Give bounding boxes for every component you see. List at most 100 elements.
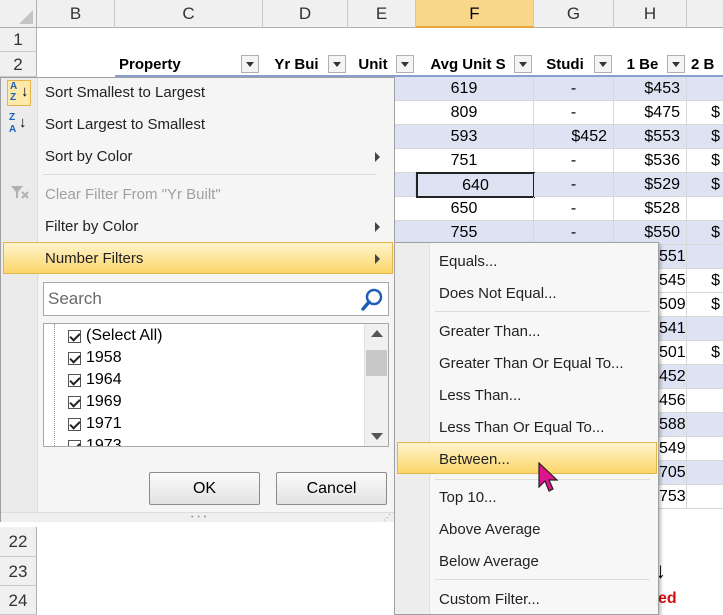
checkbox-checked-icon[interactable] bbox=[68, 352, 81, 365]
scrollbar-thumb[interactable] bbox=[366, 350, 387, 376]
cancel-button[interactable]: Cancel bbox=[276, 472, 387, 505]
cell-studio[interactable]: $452 bbox=[534, 125, 614, 149]
submenu-less-than[interactable]: Less Than... bbox=[439, 387, 521, 404]
cell-1-bed[interactable]: 549 bbox=[659, 437, 687, 461]
cell-2-bed[interactable] bbox=[687, 413, 723, 437]
cell-avg-unit[interactable]: 751 bbox=[395, 149, 534, 173]
filter-dropdown-units[interactable] bbox=[396, 55, 414, 73]
cell-2-bed[interactable] bbox=[687, 365, 723, 389]
cell-2-bed[interactable] bbox=[687, 461, 723, 485]
scroll-down-icon[interactable] bbox=[371, 433, 383, 440]
sort-smallest-to-largest[interactable]: Sort Smallest to Largest bbox=[45, 84, 205, 101]
cell-1-bed[interactable]: $553 bbox=[614, 125, 687, 149]
cell-avg-unit[interactable]: 809 bbox=[395, 101, 534, 125]
checkbox-checked-icon[interactable] bbox=[68, 418, 81, 431]
list-item-select-all[interactable]: (Select All) bbox=[44, 327, 344, 347]
row-header-1[interactable]: 1 bbox=[0, 28, 37, 52]
cell-studio[interactable]: - bbox=[534, 173, 614, 197]
cell-1-bed[interactable]: $453 bbox=[614, 77, 687, 101]
column-header-b[interactable]: B bbox=[37, 0, 115, 28]
submenu-greater-than-or-equal[interactable]: Greater Than Or Equal To... bbox=[439, 355, 624, 372]
cell-1-bed[interactable]: 541 bbox=[659, 317, 687, 341]
submenu-custom-filter[interactable]: Custom Filter... bbox=[439, 591, 540, 608]
cell-studio[interactable]: - bbox=[534, 149, 614, 173]
list-item[interactable]: 1964 bbox=[44, 371, 344, 391]
cell-studio[interactable]: - bbox=[534, 101, 614, 125]
select-all-corner[interactable] bbox=[0, 0, 37, 28]
sort-largest-to-smallest[interactable]: Sort Largest to Smallest bbox=[45, 116, 205, 133]
filter-by-color[interactable]: Filter by Color bbox=[45, 218, 138, 235]
cell-2-bed[interactable]: $ bbox=[687, 221, 723, 245]
filter-dropdown-studio[interactable] bbox=[594, 55, 612, 73]
list-item[interactable]: 1969 bbox=[44, 393, 344, 413]
cell-1-bed[interactable]: $528 bbox=[614, 197, 687, 221]
active-cell[interactable]: 640 bbox=[416, 172, 535, 198]
cell-1-bed[interactable]: $529 bbox=[614, 173, 687, 197]
cell-blank[interactable] bbox=[395, 173, 416, 197]
ok-button[interactable]: OK bbox=[149, 472, 260, 505]
column-header-i[interactable] bbox=[687, 0, 723, 28]
list-scrollbar[interactable] bbox=[364, 324, 388, 446]
filter-value-list[interactable]: (Select All) 1958 1964 1969 1971 1973 bbox=[43, 323, 389, 447]
submenu-less-than-or-equal[interactable]: Less Than Or Equal To... bbox=[439, 419, 604, 436]
column-header-h[interactable]: H bbox=[614, 0, 687, 28]
row-header-22[interactable]: 22 bbox=[0, 527, 37, 557]
cell-studio[interactable]: - bbox=[534, 77, 614, 101]
cell-1-bed[interactable]: 509 bbox=[659, 293, 687, 317]
cell-2-bed[interactable] bbox=[687, 317, 723, 341]
cell-2-bed[interactable] bbox=[687, 197, 723, 221]
cell-1-bed[interactable]: 456 bbox=[659, 389, 687, 413]
column-header-f[interactable]: F bbox=[416, 0, 534, 28]
scroll-up-icon[interactable] bbox=[371, 330, 383, 337]
checkbox-checked-icon[interactable] bbox=[68, 330, 81, 343]
submenu-below-average[interactable]: Below Average bbox=[439, 553, 539, 570]
submenu-top-10[interactable]: Top 10... bbox=[439, 489, 497, 506]
cell-avg-unit[interactable]: 619 bbox=[395, 77, 534, 101]
submenu-above-average[interactable]: Above Average bbox=[439, 521, 540, 538]
cell-2-bed[interactable]: $ bbox=[687, 125, 723, 149]
submenu-does-not-equal[interactable]: Does Not Equal... bbox=[439, 285, 557, 302]
cell-avg-unit[interactable]: 650 bbox=[395, 197, 534, 221]
column-header-d[interactable]: D bbox=[263, 0, 348, 28]
cell-1-bed[interactable]: 705 bbox=[659, 461, 687, 485]
filter-dropdown-avg-unit[interactable] bbox=[514, 55, 532, 73]
cell-2-bed[interactable] bbox=[687, 245, 723, 269]
cell-1-bed[interactable]: 588 bbox=[659, 413, 687, 437]
filter-active-dropdown-yr-built[interactable] bbox=[328, 55, 346, 73]
cell-1-bed[interactable]: $536 bbox=[614, 149, 687, 173]
cell-2-bed[interactable]: $ bbox=[687, 341, 723, 365]
cell-1-bed[interactable]: $475 bbox=[614, 101, 687, 125]
cell-1-bed[interactable]: 551 bbox=[659, 245, 687, 269]
cell-2-bed[interactable] bbox=[687, 485, 723, 509]
cell-studio[interactable]: - bbox=[534, 197, 614, 221]
cell-1-bed[interactable]: 545 bbox=[659, 269, 687, 293]
clear-filter-from-yr-built[interactable]: Clear Filter From "Yr Built" bbox=[45, 186, 221, 203]
submenu-greater-than[interactable]: Greater Than... bbox=[439, 323, 540, 340]
number-filters[interactable]: Number Filters bbox=[45, 250, 143, 267]
filter-dropdown-property[interactable] bbox=[241, 55, 259, 73]
row-header-23[interactable]: 23 bbox=[0, 557, 37, 586]
filter-dropdown-1-bed[interactable] bbox=[667, 55, 685, 73]
column-header-g[interactable]: G bbox=[534, 0, 614, 28]
cell-2-bed[interactable]: $ bbox=[687, 149, 723, 173]
cell-2-bed[interactable]: $ bbox=[687, 269, 723, 293]
cell-1-bed[interactable]: 753 bbox=[659, 485, 687, 509]
list-item[interactable]: 1958 bbox=[44, 349, 344, 369]
cell-2-bed[interactable] bbox=[687, 389, 723, 413]
search-input[interactable]: Search bbox=[48, 289, 102, 309]
submenu-equals[interactable]: Equals... bbox=[439, 253, 497, 270]
cell-avg-unit[interactable]: 593 bbox=[395, 125, 534, 149]
cell-1-bed[interactable]: 452 bbox=[659, 365, 687, 389]
sort-by-color[interactable]: Sort by Color bbox=[45, 148, 375, 165]
cell-2-bed[interactable]: $ bbox=[687, 173, 723, 197]
cell-2-bed[interactable] bbox=[687, 77, 723, 101]
submenu-between[interactable]: Between... bbox=[439, 451, 510, 468]
row-header-2[interactable]: 2 bbox=[0, 52, 37, 77]
row-header-24[interactable]: 24 bbox=[0, 586, 37, 615]
list-item[interactable]: 1971 bbox=[44, 415, 344, 435]
cell-2-bed[interactable] bbox=[687, 437, 723, 461]
checkbox-checked-icon[interactable] bbox=[68, 374, 81, 387]
list-item[interactable]: 1973 bbox=[44, 437, 344, 446]
checkbox-checked-icon[interactable] bbox=[68, 440, 81, 446]
column-header-e[interactable]: E bbox=[348, 0, 416, 28]
